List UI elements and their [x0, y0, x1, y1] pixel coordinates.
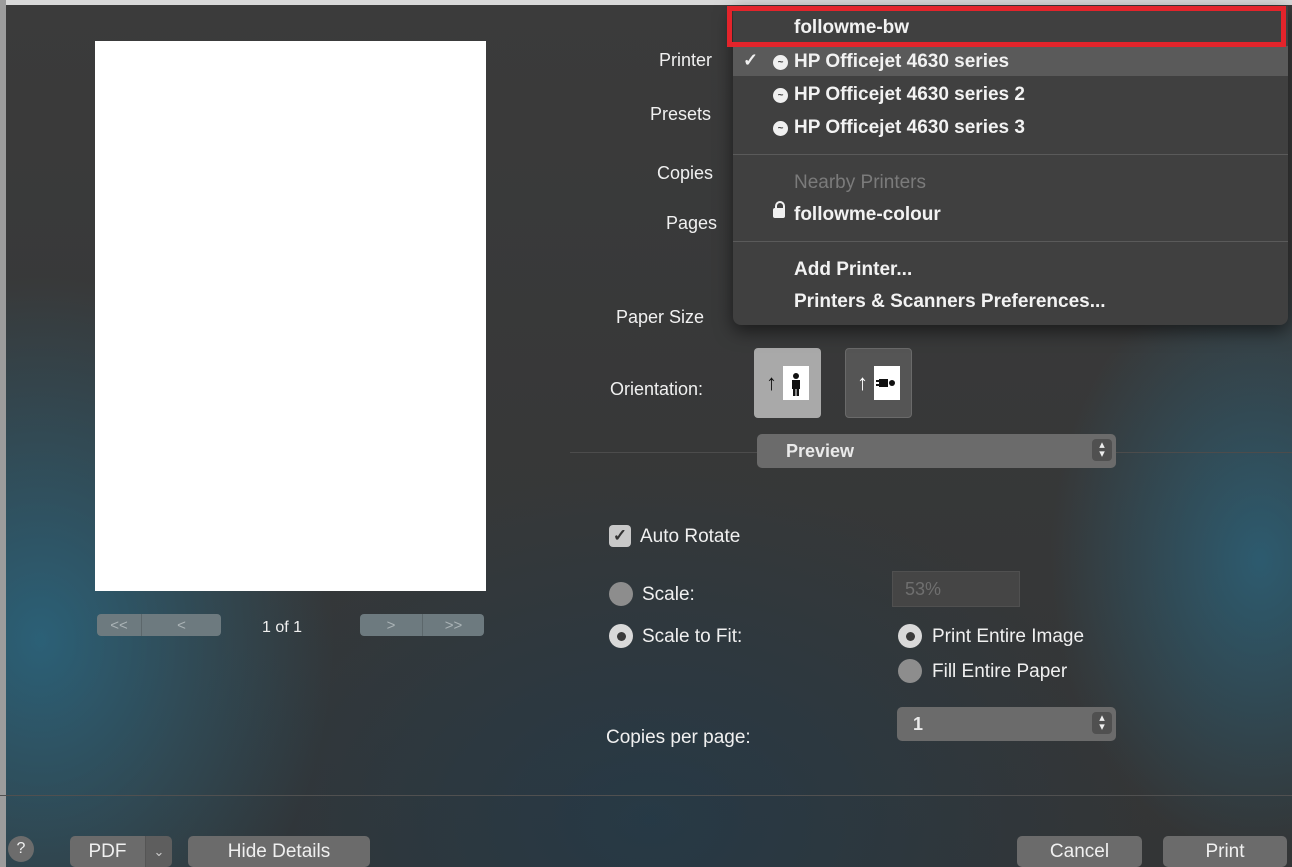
pages-label: Pages: [666, 213, 718, 233]
menu-item-printers-scanners-preferences[interactable]: Printers & Scanners Preferences...: [733, 286, 1288, 316]
fill-entire-paper-label: Fill Entire Paper: [932, 661, 1068, 682]
auto-rotate-label: Auto Rotate: [640, 526, 741, 547]
orientation-label: Orientation:: [610, 379, 704, 399]
copies-per-page-value: 1: [913, 714, 924, 734]
pdf-button-label: PDF: [70, 836, 145, 867]
scale-label: Scale:: [642, 584, 695, 605]
auto-rotate-checkbox[interactable]: ✓: [609, 525, 631, 547]
pdf-menu-button[interactable]: PDF ⌄: [70, 836, 172, 867]
nearby-printers-header: Nearby Printers: [733, 167, 1288, 197]
help-button[interactable]: ?: [8, 836, 34, 862]
paper-size-label: Paper Size: [616, 307, 705, 327]
menu-item-hp-officejet-4630-2[interactable]: ~ HP Officejet 4630 series 2: [733, 79, 1288, 109]
scale-input[interactable]: 53%: [892, 571, 1020, 607]
printer-status-icon: ~: [773, 121, 788, 136]
scale-to-fit-label: Scale to Fit:: [642, 626, 743, 647]
preview-nav-forward-group: > >>: [360, 614, 484, 636]
menu-item-label: HP Officejet 4630 series 2: [794, 84, 1025, 105]
menu-separator: [733, 241, 1288, 242]
section-popup[interactable]: Preview ▴ ▾: [757, 434, 1116, 468]
printer-status-icon: ~: [773, 55, 788, 70]
window-top-edge: [0, 0, 1292, 5]
menu-item-label: HP Officejet 4630 series 3: [794, 117, 1025, 138]
menu-item-label: Printers & Scanners Preferences...: [794, 291, 1106, 312]
footer-divider: [0, 795, 1292, 796]
menu-item-label: Add Printer...: [794, 259, 913, 280]
menu-item-hp-officejet-4630[interactable]: ✓ ~ HP Officejet 4630 series: [733, 46, 1288, 76]
chevron-down-icon: ⌄: [145, 836, 172, 867]
cancel-button[interactable]: Cancel: [1017, 836, 1142, 867]
section-popup-value: Preview: [786, 441, 855, 461]
menu-item-add-printer[interactable]: Add Printer...: [733, 254, 1288, 284]
copies-per-page-label: Copies per page:: [606, 727, 751, 748]
printer-status-icon: ~: [773, 88, 788, 103]
landscape-orientation-button[interactable]: ↑: [845, 348, 912, 418]
highlight-annotation-box: [727, 6, 1286, 47]
menu-item-label: followme-colour: [794, 204, 941, 225]
presets-label: Presets: [650, 104, 712, 124]
hide-details-button[interactable]: Hide Details: [188, 836, 370, 867]
print-entire-image-label: Print Entire Image: [932, 626, 1085, 647]
page-counter: 1 of 1: [262, 619, 303, 636]
scale-radio[interactable]: [609, 582, 633, 606]
lock-icon: [773, 201, 785, 218]
page-preview: [95, 41, 486, 591]
printer-label: Printer: [659, 50, 713, 70]
print-button[interactable]: Print: [1163, 836, 1287, 867]
menu-separator: [733, 154, 1288, 155]
up-down-chevron-icon: ▴ ▾: [1092, 712, 1112, 734]
portrait-person-icon: [783, 366, 809, 400]
menu-item-hp-officejet-4630-3[interactable]: ~ HP Officejet 4630 series 3: [733, 112, 1288, 142]
menu-item-followme-colour[interactable]: followme-colour: [733, 199, 1288, 229]
arrow-up-icon: ↑: [857, 370, 868, 395]
last-page-button[interactable]: >>: [422, 614, 484, 636]
window-left-edge: [0, 0, 6, 867]
arrow-up-icon: ↑: [766, 370, 777, 395]
menu-item-label: HP Officejet 4630 series: [794, 51, 1010, 72]
printer-dropdown-menu: followme-bw ✓ ~ HP Officejet 4630 series…: [733, 6, 1288, 325]
fill-entire-paper-radio[interactable]: [898, 659, 922, 683]
menu-section-label: Nearby Printers: [794, 172, 926, 193]
scale-to-fit-radio[interactable]: [609, 624, 633, 648]
preview-nav-back-group: << <: [97, 614, 221, 636]
portrait-orientation-button[interactable]: ↑: [754, 348, 821, 418]
next-page-button[interactable]: >: [360, 614, 422, 636]
up-down-chevron-icon: ▴ ▾: [1092, 439, 1112, 461]
first-page-button[interactable]: <<: [97, 614, 141, 636]
copies-label: Copies: [657, 163, 714, 183]
print-entire-image-radio[interactable]: [898, 624, 922, 648]
copies-per-page-popup[interactable]: 1 ▴ ▾: [897, 707, 1116, 741]
previous-page-button[interactable]: <: [141, 614, 221, 636]
landscape-person-icon: [874, 366, 900, 400]
checkmark-icon: ✓: [743, 50, 759, 70]
